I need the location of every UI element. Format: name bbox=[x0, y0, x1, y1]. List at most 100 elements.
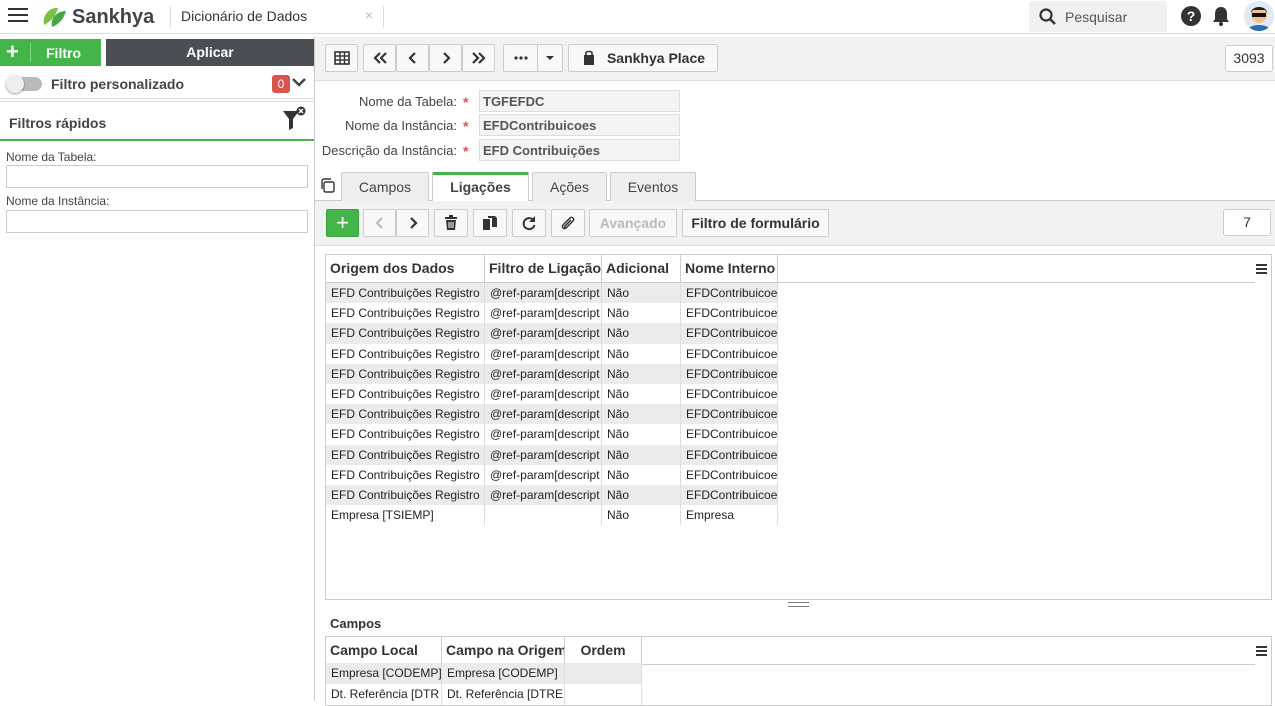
column-header[interactable]: Campo na Origem bbox=[442, 637, 565, 665]
more-options-button[interactable] bbox=[503, 44, 538, 72]
table-cell[interactable]: EFDContribuicoe bbox=[681, 384, 778, 405]
add-filter-button[interactable]: + Filtro bbox=[0, 39, 101, 66]
duplicate-button[interactable] bbox=[473, 209, 507, 237]
instance-name-field[interactable]: EFDContribuicoes bbox=[479, 114, 680, 136]
column-menu-icon[interactable] bbox=[1256, 264, 1267, 276]
table-name-field[interactable]: TGFEFDC bbox=[479, 90, 680, 112]
table-cell[interactable]: EFD Contribuições Registro bbox=[326, 464, 485, 485]
refresh-button[interactable] bbox=[512, 209, 546, 237]
table-name-filter-input[interactable] bbox=[6, 165, 308, 188]
table-cell[interactable]: Não bbox=[602, 384, 681, 405]
table-cell[interactable]: EFDContribuicoe bbox=[681, 343, 778, 364]
table-cell[interactable]: EFD Contribuições Registro bbox=[326, 343, 485, 364]
column-header[interactable]: Adicional bbox=[602, 255, 681, 283]
table-cell[interactable]: EFD Contribuições Registro bbox=[326, 303, 485, 324]
table-cell[interactable]: Não bbox=[602, 485, 681, 506]
table-cell[interactable]: Empresa [CODEMP] bbox=[326, 663, 442, 684]
table-cell[interactable] bbox=[565, 663, 642, 684]
table-cell[interactable]: EFDContribuicoe bbox=[681, 464, 778, 485]
table-cell[interactable]: EFD Contribuições Registro bbox=[326, 444, 485, 465]
custom-filter-toggle[interactable] bbox=[6, 75, 42, 93]
table-cell[interactable] bbox=[565, 684, 642, 705]
avatar[interactable] bbox=[1244, 1, 1274, 31]
search-input[interactable]: Pesquisar bbox=[1029, 1, 1167, 32]
apply-button[interactable]: Aplicar bbox=[106, 39, 314, 66]
bell-icon[interactable] bbox=[1212, 5, 1230, 27]
table-cell[interactable]: @ref-param[descript bbox=[485, 343, 602, 364]
table-cell[interactable]: EFDContribuicoe bbox=[681, 485, 778, 506]
table-cell[interactable]: @ref-param[descript bbox=[485, 404, 602, 425]
table-cell[interactable]: EFDContribuicoe bbox=[681, 404, 778, 425]
column-header[interactable]: Filtro de Ligação bbox=[485, 255, 602, 283]
table-cell[interactable]: @ref-param[descript bbox=[485, 485, 602, 506]
table-cell[interactable]: Não bbox=[602, 424, 681, 445]
table-cell[interactable]: Não bbox=[602, 464, 681, 485]
table-cell[interactable]: EFDContribuicoe bbox=[681, 323, 778, 344]
clear-filter-icon[interactable] bbox=[282, 106, 306, 132]
column-header[interactable]: Origem dos Dados bbox=[326, 255, 485, 283]
table-cell[interactable]: Não bbox=[602, 363, 681, 384]
table-cell[interactable]: Não bbox=[602, 283, 681, 304]
table-cell[interactable]: @ref-param[descript bbox=[485, 323, 602, 344]
grid-view-button[interactable] bbox=[325, 44, 358, 72]
close-tab-icon[interactable]: × bbox=[365, 7, 373, 23]
table-cell[interactable]: Não bbox=[602, 303, 681, 324]
attach-button[interactable] bbox=[551, 209, 585, 237]
advanced-button[interactable]: Avançado bbox=[589, 209, 677, 237]
table-cell[interactable]: Não bbox=[602, 323, 681, 344]
table-cell[interactable]: @ref-param[descript bbox=[485, 384, 602, 405]
table-cell[interactable]: EFDContribuicoe bbox=[681, 303, 778, 324]
table-cell[interactable]: EFD Contribuições Registro bbox=[326, 424, 485, 445]
table-cell[interactable]: @ref-param[descript bbox=[485, 363, 602, 384]
table-cell[interactable]: EFD Contribuições Registro bbox=[326, 363, 485, 384]
hamburger-menu-icon[interactable] bbox=[8, 8, 28, 24]
table-cell[interactable]: @ref-param[descript bbox=[485, 424, 602, 445]
tab-campos[interactable]: Campos bbox=[341, 172, 429, 201]
tab-acoes[interactable]: Ações bbox=[532, 172, 607, 201]
table-cell[interactable]: Não bbox=[602, 404, 681, 425]
form-filter-button[interactable]: Filtro de formulário bbox=[682, 209, 829, 237]
table-cell[interactable]: Não bbox=[602, 343, 681, 364]
table-cell[interactable]: @ref-param[descript bbox=[485, 303, 602, 324]
last-record-button[interactable] bbox=[462, 44, 495, 72]
column-header[interactable]: Nome Interno bbox=[681, 255, 778, 283]
table-cell[interactable]: EFD Contribuições Registro bbox=[326, 323, 485, 344]
tab-eventos[interactable]: Eventos bbox=[610, 172, 696, 201]
tab-ligacoes[interactable]: Ligações bbox=[432, 172, 529, 202]
instance-name-filter-input[interactable] bbox=[6, 210, 308, 233]
table-cell[interactable]: Não bbox=[602, 444, 681, 465]
copy-icon[interactable] bbox=[320, 178, 336, 194]
table-cell[interactable]: EFD Contribuições Registro bbox=[326, 283, 485, 304]
table-cell[interactable]: @ref-param[descript bbox=[485, 464, 602, 485]
table-cell[interactable]: EFD Contribuições Registro bbox=[326, 404, 485, 425]
table-cell[interactable]: Não bbox=[602, 505, 681, 526]
first-record-button[interactable] bbox=[363, 44, 396, 72]
brand-logo[interactable]: Sankhya bbox=[40, 5, 154, 29]
next-link-button[interactable] bbox=[396, 209, 429, 237]
next-record-button[interactable] bbox=[429, 44, 462, 72]
table-cell[interactable]: Dt. Referência [DTRE bbox=[442, 684, 565, 705]
more-options-dropdown[interactable] bbox=[537, 44, 563, 72]
column-header[interactable]: Ordem bbox=[565, 637, 642, 665]
table-cell[interactable]: @ref-param[descript bbox=[485, 283, 602, 304]
table-cell[interactable]: EFD Contribuições Registro bbox=[326, 485, 485, 506]
table-cell[interactable]: Empresa [TSIEMP] bbox=[326, 505, 485, 526]
table-cell[interactable]: @ref-param[descript bbox=[485, 444, 602, 465]
help-icon[interactable]: ? bbox=[1181, 6, 1201, 26]
sankhya-place-button[interactable]: Sankhya Place bbox=[568, 44, 718, 72]
table-cell[interactable]: Dt. Referência [DTR bbox=[326, 684, 442, 705]
previous-link-button[interactable] bbox=[363, 209, 396, 237]
table-cell[interactable] bbox=[485, 505, 602, 526]
table-cell[interactable]: EFDContribuicoe bbox=[681, 363, 778, 384]
instance-description-field[interactable]: EFD Contribuições bbox=[479, 139, 680, 161]
chevron-down-icon[interactable] bbox=[291, 74, 307, 90]
table-cell[interactable]: Empresa [CODEMP] bbox=[442, 663, 565, 684]
column-menu-icon[interactable] bbox=[1256, 646, 1267, 658]
table-cell[interactable]: EFDContribuicoe bbox=[681, 444, 778, 465]
table-cell[interactable]: EFD Contribuições Registro bbox=[326, 384, 485, 405]
table-cell[interactable]: Empresa bbox=[681, 505, 778, 526]
table-cell[interactable]: EFDContribuicoe bbox=[681, 283, 778, 304]
table-cell[interactable]: EFDContribuicoe bbox=[681, 424, 778, 445]
column-header[interactable]: Campo Local bbox=[326, 637, 442, 665]
splitter-handle-icon[interactable] bbox=[788, 602, 809, 607]
